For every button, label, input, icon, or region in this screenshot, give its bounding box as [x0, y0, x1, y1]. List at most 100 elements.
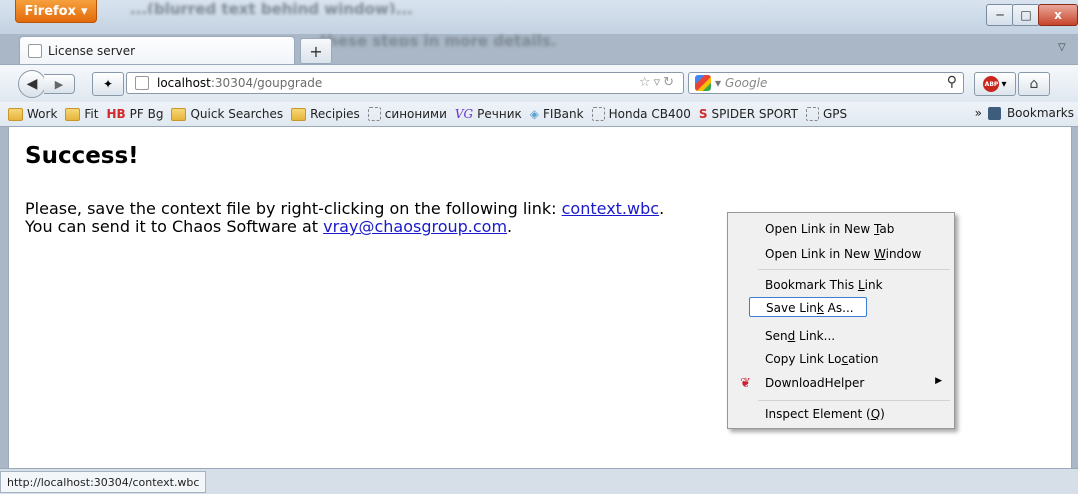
page-icon	[591, 107, 605, 121]
url-path: :30304/goupgrade	[210, 76, 323, 90]
page-heading: Success!	[25, 143, 139, 169]
site-identity-button[interactable]: ✦	[92, 72, 124, 96]
menu-separator	[758, 269, 950, 270]
instruction-text-2: You can send it to Chaos Software at	[25, 217, 324, 236]
status-url: http://localhost:30304/context.wbc	[0, 471, 207, 493]
back-button[interactable]: ◀	[18, 70, 46, 98]
bookmark-label: Recipies	[310, 107, 360, 121]
bookmark-rechnik[interactable]: VG Речник	[455, 107, 522, 121]
new-tab-button[interactable]: +	[300, 38, 332, 64]
menu-item-send-link[interactable]: Send Link...	[765, 326, 835, 346]
bookmark-gps[interactable]: GPS	[806, 107, 847, 121]
star-icon[interactable]: ☆	[639, 75, 654, 90]
bookmarks-overflow-button[interactable]: »	[975, 106, 982, 120]
bookmark-label: Work	[27, 107, 58, 121]
title-bar: ...(blurred text behind window)... these…	[0, 0, 1078, 46]
instruction-line-1: Please, save the context file by right-c…	[25, 199, 664, 218]
context-file-link[interactable]: context.wbc	[562, 199, 659, 218]
page-icon	[806, 107, 819, 121]
bookmark-label: Fit	[84, 107, 99, 121]
bookmark-fibank[interactable]: ◈ FIBank	[530, 107, 584, 121]
page-icon	[135, 76, 149, 90]
tab-license-server[interactable]: License server	[19, 36, 295, 64]
google-icon[interactable]	[695, 75, 711, 91]
firefox-menu-label: Firefox	[24, 3, 76, 19]
bookmarks-menu-button[interactable]: Bookmarks	[1007, 106, 1074, 120]
folder-icon	[171, 107, 187, 121]
chevron-down-icon: ▾	[1001, 78, 1007, 90]
home-icon: ⌂	[1029, 76, 1039, 92]
submenu-arrow-icon: ▶	[935, 376, 942, 386]
url-bar-icons: ☆▿↻	[639, 75, 677, 90]
tab-title: License server	[48, 43, 136, 58]
instruction-end-2: .	[507, 217, 513, 236]
status-bar: http://localhost:30304/context.wbc	[0, 468, 1078, 494]
bookmarks-menu-icon	[987, 106, 1001, 120]
instruction-end-1: .	[659, 199, 665, 218]
menu-item-open-new-tab[interactable]: Open Link in New Tab	[765, 219, 894, 239]
folder-icon	[65, 107, 81, 121]
menu-item-open-new-window[interactable]: Open Link in New Window	[765, 244, 921, 264]
bookmark-work[interactable]: Work	[8, 107, 57, 121]
page-icon	[28, 43, 42, 58]
menu-separator	[758, 400, 950, 401]
search-placeholder: Google	[725, 76, 768, 90]
instruction-line-2: You can send it to Chaos Software at vra…	[25, 217, 512, 236]
downloadhelper-icon: ❦	[740, 376, 751, 391]
bookmark-label: PF Bg	[129, 107, 164, 121]
fibank-icon: ◈	[529, 107, 539, 121]
menu-item-copy-link-location[interactable]: Copy Link Location	[765, 349, 878, 369]
bookmark-label: Honda CB400	[608, 107, 691, 121]
menu-item-downloadhelper[interactable]: DownloadHelper	[765, 373, 864, 393]
background-blurred-text: ...(blurred text behind window)...	[130, 0, 413, 14]
spider-icon: S	[698, 107, 708, 121]
identity-icon: ✦	[102, 77, 114, 91]
folder-icon	[291, 107, 307, 121]
chevron-down-icon: ▾	[81, 3, 88, 19]
minimize-button[interactable]: ─	[986, 4, 1014, 26]
background-blurred-text-2: these steps in more details.	[320, 32, 557, 46]
close-button[interactable]: x	[1038, 4, 1078, 26]
bookmark-honda-cb400[interactable]: Honda CB400	[591, 107, 691, 121]
menu-item-inspect-element[interactable]: Inspect Element (Q)	[765, 404, 885, 424]
menu-item-save-link-as[interactable]: Save Link As...	[749, 297, 867, 317]
bookmarks-toolbar: Work Fit HB PF Bg Quick Searches Recipies…	[0, 102, 1078, 127]
bookmark-pf-bg[interactable]: HB PF Bg	[106, 107, 163, 121]
bookmark-quick-searches[interactable]: Quick Searches	[171, 107, 283, 121]
engine-dropdown-icon[interactable]: ▾	[715, 76, 721, 90]
bookmark-spider-sport[interactable]: S SPIDER SPORT	[699, 107, 798, 121]
back-arrow-icon: ◀	[26, 76, 38, 92]
vg-icon: VG	[454, 107, 474, 121]
folder-icon	[8, 107, 23, 121]
reload-icon[interactable]: ↻	[663, 75, 677, 90]
bookmark-fit[interactable]: Fit	[65, 107, 98, 121]
url-bar[interactable]: localhost:30304/goupgrade ☆▿↻	[126, 72, 684, 94]
forward-button[interactable]: ▶	[44, 74, 75, 94]
adblock-plus-button[interactable]: ABP ▾	[974, 72, 1016, 96]
plus-icon: +	[309, 41, 323, 61]
search-icon[interactable]: ⚲	[947, 74, 957, 90]
page-icon	[367, 107, 381, 121]
firefox-menu-button[interactable]: Firefox ▾	[15, 0, 97, 23]
forward-arrow-icon: ▶	[54, 77, 64, 91]
hb-icon: HB	[106, 107, 126, 121]
email-link[interactable]: vray@chaosgroup.com	[323, 217, 507, 236]
menu-item-bookmark-link[interactable]: Bookmark This Link	[765, 275, 883, 295]
home-button[interactable]: ⌂	[1018, 72, 1050, 96]
bookmark-recipies[interactable]: Recipies	[291, 107, 360, 121]
bookmark-label: синоними	[384, 107, 447, 121]
bookmark-label: GPS	[823, 107, 848, 121]
bookmark-label: Речник	[477, 107, 522, 121]
history-dropdown-icon[interactable]: ▿	[654, 75, 664, 90]
bookmark-label: Quick Searches	[190, 107, 284, 121]
url-host: localhost	[157, 76, 211, 90]
maximize-button[interactable]: □	[1012, 4, 1040, 26]
bookmark-sinonimi[interactable]: синоними	[367, 107, 447, 121]
list-all-tabs-button[interactable]: ▽	[1058, 42, 1066, 53]
instruction-text-1: Please, save the context file by right-c…	[25, 199, 562, 218]
bookmark-label: SPIDER SPORT	[711, 107, 798, 121]
search-bar[interactable]: ▾ Google ⚲	[688, 72, 964, 94]
context-menu: Open Link in New Tab Open Link in New Wi…	[727, 212, 955, 429]
adblock-icon: ABP	[983, 76, 1000, 92]
bookmark-label: FIBank	[543, 107, 584, 121]
